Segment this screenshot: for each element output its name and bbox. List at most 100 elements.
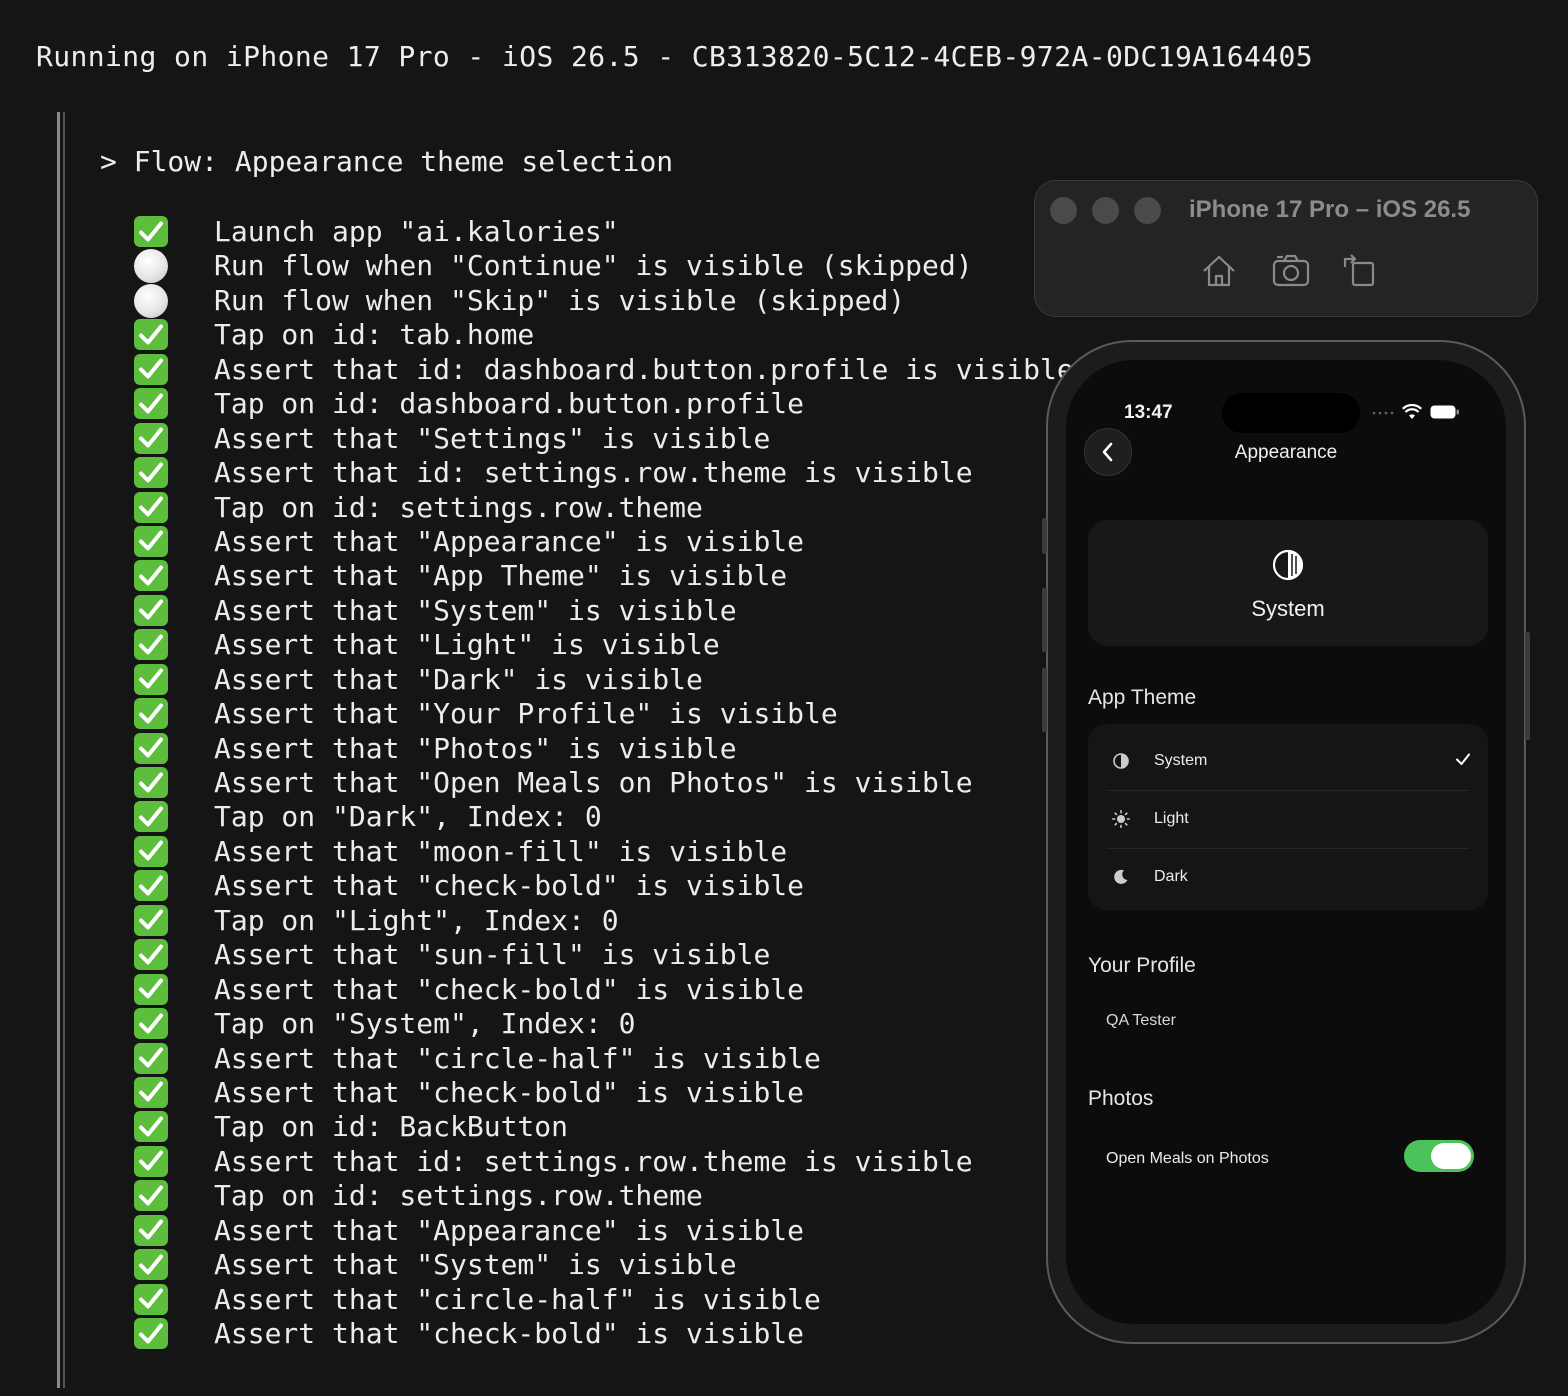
theme-list: System Light Dark xyxy=(1088,724,1488,910)
iphone-device: 13:47 Appearance System App Theme System xyxy=(1042,340,1530,1344)
cellular-signal-icon xyxy=(1372,411,1394,415)
check-mark-button-icon xyxy=(134,663,168,695)
check-mark-button-icon xyxy=(134,319,168,351)
check-mark-button-icon xyxy=(134,801,168,833)
check-mark-button-icon xyxy=(134,1180,168,1212)
step-text: Assert that "circle-half" is visible xyxy=(214,1041,821,1075)
battery-icon xyxy=(1430,405,1459,419)
check-mark-button-icon xyxy=(134,629,168,661)
open-meals-label: Open Meals on Photos xyxy=(1106,1150,1269,1167)
check-mark-button-icon xyxy=(134,1042,168,1074)
wifi-icon xyxy=(1402,404,1422,419)
theme-row-dark[interactable]: Dark xyxy=(1088,848,1488,906)
theme-label-system: System xyxy=(1154,752,1208,769)
check-mark-button-icon xyxy=(134,353,168,385)
check-mark-button-icon xyxy=(134,594,168,626)
step-text: Assert that "check-bold" is visible xyxy=(214,869,805,903)
check-mark-button-icon xyxy=(134,1008,168,1040)
step-text: Tap on "Dark", Index: 0 xyxy=(214,800,602,834)
check-mark-button-icon xyxy=(134,1249,168,1281)
step-text: Assert that "System" is visible xyxy=(214,593,737,627)
step-text: Assert that "System" is visible xyxy=(214,1248,737,1282)
volume-down-button xyxy=(1042,668,1047,732)
page-title: Appearance xyxy=(1234,442,1338,463)
step-text: Assert that "Settings" is visible xyxy=(214,421,771,455)
simulator-title: iPhone 17 Pro – iOS 26.5 xyxy=(1189,196,1471,223)
minimize-window-button[interactable] xyxy=(1092,197,1119,224)
white-circle-icon xyxy=(134,249,168,284)
step-text: Assert that "Open Meals on Photos" is vi… xyxy=(214,766,973,799)
step-text: Assert that "Dark" is visible xyxy=(214,662,703,696)
step-text: Tap on id: BackButton xyxy=(214,1110,569,1144)
simulator-toolbar: iPhone 17 Pro – iOS 26.5 xyxy=(1034,180,1538,317)
phone-screen: 13:47 Appearance System App Theme System xyxy=(1066,360,1506,1324)
volume-up-button xyxy=(1042,588,1047,652)
step-text: Run flow when "Skip" is visible (skipped… xyxy=(214,283,906,317)
open-meals-toggle[interactable] xyxy=(1404,1140,1474,1172)
step-text: Assert that "Light" is visible xyxy=(214,628,720,662)
step-text: Assert that "moon-fill" is visible xyxy=(214,834,788,868)
step-text: Assert that "check-bold" is visible xyxy=(214,1075,805,1109)
check-mark-button-icon xyxy=(134,973,168,1005)
zoom-window-button[interactable] xyxy=(1134,197,1161,224)
close-window-button[interactable] xyxy=(1050,197,1077,224)
step-text: Tap on id: settings.row.theme xyxy=(214,1179,703,1213)
dynamic-island xyxy=(1222,393,1360,433)
check-mark-button-icon xyxy=(134,457,168,489)
step-text: Assert that "Photos" is visible xyxy=(214,731,737,765)
check-mark-button-icon xyxy=(134,491,168,523)
circle-half-icon xyxy=(1272,549,1304,581)
app-theme-heading: App Theme xyxy=(1088,686,1197,709)
step-text: Launch app "ai.kalories" xyxy=(214,215,619,248)
check-mark-button-icon xyxy=(134,835,168,867)
step-text: Assert that "App Theme" is visible xyxy=(214,559,788,593)
check-mark-button-icon xyxy=(134,216,168,247)
step-text: Assert that "Appearance" is visible xyxy=(214,1213,805,1247)
photos-heading: Photos xyxy=(1088,1087,1154,1110)
circle-half-icon xyxy=(1113,753,1129,769)
step-text: Tap on id: tab.home xyxy=(214,318,535,352)
profile-name: QA Tester xyxy=(1106,1012,1176,1029)
step-text: Assert that id: settings.row.theme is vi… xyxy=(214,456,973,490)
status-icons xyxy=(1372,402,1460,422)
sun-fill-icon xyxy=(1112,810,1130,828)
step-text: Tap on "Light", Index: 0 xyxy=(214,903,619,937)
step-text: Tap on "System", Index: 0 xyxy=(214,1007,636,1041)
power-button xyxy=(1525,632,1530,740)
check-mark-button-icon xyxy=(134,1318,168,1349)
theme-label-dark: Dark xyxy=(1154,868,1188,885)
check-mark-button-icon xyxy=(134,870,168,902)
check-bold-icon xyxy=(1456,753,1470,765)
step-text: Assert that "Your Profile" is visible xyxy=(214,697,838,731)
current-theme-card: System xyxy=(1088,520,1488,646)
check-mark-button-icon xyxy=(134,1145,168,1177)
step-text: Assert that "Appearance" is visible xyxy=(214,524,805,558)
step-text: Tap on id: dashboard.button.profile xyxy=(214,387,805,421)
step-text: Assert that "circle-half" is visible xyxy=(214,1282,821,1316)
step-text: Assert that "sun-fill" is visible xyxy=(214,938,771,972)
step-text: Assert that "check-bold" is visible xyxy=(214,1317,805,1350)
check-mark-button-icon xyxy=(134,525,168,557)
status-time: 13:47 xyxy=(1124,402,1173,423)
home-icon[interactable] xyxy=(1199,251,1239,291)
check-mark-button-icon xyxy=(134,1111,168,1143)
theme-row-light[interactable]: Light xyxy=(1088,790,1488,848)
toggle-knob xyxy=(1431,1143,1471,1169)
check-mark-button-icon xyxy=(134,422,168,454)
your-profile-heading: Your Profile xyxy=(1088,954,1196,977)
check-mark-button-icon xyxy=(134,939,168,971)
current-theme-label: System xyxy=(1251,596,1325,621)
check-mark-button-icon xyxy=(134,904,168,936)
action-button xyxy=(1042,518,1047,554)
rotate-icon[interactable] xyxy=(1339,251,1379,291)
theme-row-system[interactable]: System xyxy=(1088,732,1488,790)
moon-fill-icon xyxy=(1114,869,1128,884)
screenshot-icon[interactable] xyxy=(1271,251,1311,291)
step-text: Assert that "check-bold" is visible xyxy=(214,972,805,1006)
tree-guide-line xyxy=(57,112,60,1388)
run-header: Running on iPhone 17 Pro - iOS 26.5 - CB… xyxy=(36,40,1314,73)
step-text: Tap on id: settings.row.theme xyxy=(214,490,703,524)
check-mark-button-icon xyxy=(134,388,168,420)
tree-guide-line-inner xyxy=(63,112,65,1388)
check-mark-button-icon xyxy=(134,1214,168,1246)
